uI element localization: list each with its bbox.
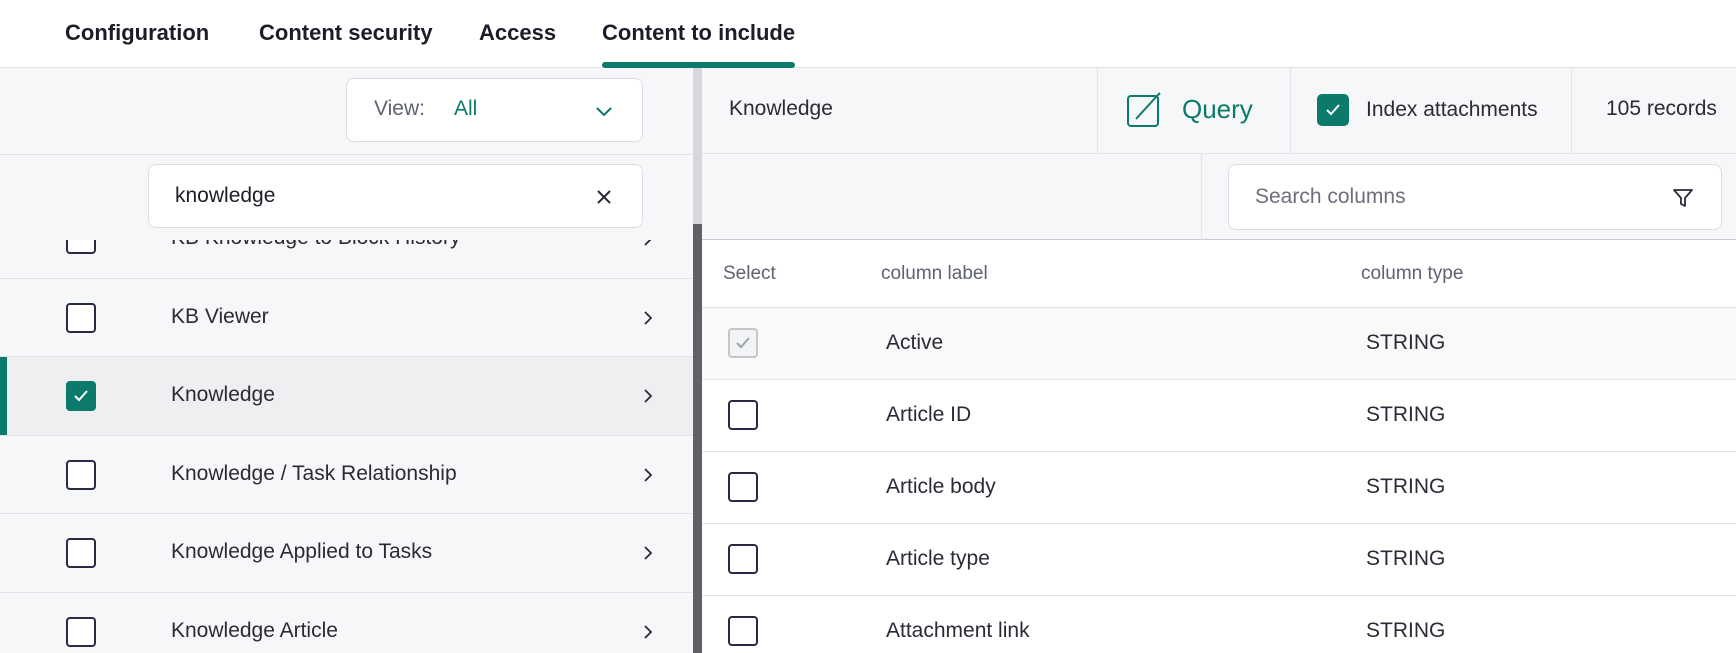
- chevron-down-icon: [596, 107, 612, 117]
- table-search-input[interactable]: [175, 179, 555, 213]
- table-row: Article body STRING: [702, 452, 1736, 524]
- list-item[interactable]: Knowledge Applied to Tasks: [0, 514, 693, 593]
- checkmark-icon: [1326, 104, 1340, 116]
- chevron-right-icon: [644, 624, 653, 639]
- header-column-label[interactable]: column label: [881, 263, 988, 285]
- view-select-value: All: [454, 97, 478, 120]
- column-checkbox[interactable]: [728, 472, 758, 502]
- left-panel-scrollbar[interactable]: [693, 68, 702, 653]
- column-label: Article ID: [886, 403, 972, 426]
- column-type: STRING: [1366, 619, 1446, 642]
- table-checkbox[interactable]: [66, 616, 96, 647]
- tab-bar: Configuration Content security Access Co…: [0, 0, 1736, 68]
- table-name: Knowledge: [171, 383, 275, 406]
- column-panel: Knowledge Query Index attachments 105 re…: [702, 68, 1736, 653]
- tab-content-to-include[interactable]: Content to include: [602, 20, 796, 68]
- column-checkbox[interactable]: [728, 544, 758, 574]
- query-button[interactable]: Query: [1126, 86, 1276, 136]
- column-type: STRING: [1366, 547, 1446, 570]
- index-attachments-toggle[interactable]: Index attachments: [1317, 94, 1557, 130]
- checkmark-icon: [74, 390, 88, 402]
- list-item[interactable]: KB Viewer: [0, 279, 693, 357]
- chevron-right-icon: [644, 467, 653, 482]
- column-panel-header: Knowledge Query Index attachments 105 re…: [702, 68, 1736, 154]
- column-checkbox-disabled: [728, 328, 758, 358]
- close-icon[interactable]: [594, 187, 614, 207]
- divider: [1201, 154, 1202, 240]
- table-name: Knowledge / Task Relationship: [171, 461, 457, 485]
- list-item[interactable]: KB Knowledge to Block History: [0, 240, 693, 279]
- list-item[interactable]: Knowledge Article: [0, 593, 693, 653]
- edit-query-icon: [1127, 92, 1161, 127]
- tab-content-security[interactable]: Content security: [259, 20, 433, 68]
- list-item-selected[interactable]: Knowledge: [0, 357, 693, 436]
- chevron-right-icon: [644, 546, 653, 560]
- column-label: Article body: [886, 475, 996, 498]
- divider: [1097, 68, 1098, 154]
- table-name: Knowledge Applied to Tasks: [171, 540, 433, 563]
- table-list-panel: View: All KB Knowledge to Block History …: [0, 68, 693, 653]
- column-search-input[interactable]: [1255, 180, 1655, 214]
- column-type: STRING: [1366, 331, 1446, 354]
- column-search-box: [1228, 164, 1722, 230]
- view-select-label: View:: [374, 97, 425, 120]
- tab-access[interactable]: Access: [479, 20, 556, 68]
- column-checkbox[interactable]: [728, 616, 758, 646]
- chevron-right-icon: [644, 389, 653, 403]
- scrollbar-thumb[interactable]: [693, 224, 702, 653]
- divider: [1290, 68, 1291, 154]
- list-item[interactable]: Knowledge / Task Relationship: [0, 436, 693, 514]
- column-type: STRING: [1366, 403, 1446, 426]
- table-checkbox[interactable]: [66, 240, 96, 254]
- column-type: STRING: [1366, 475, 1446, 498]
- index-attachments-checkbox[interactable]: [1317, 94, 1349, 126]
- checkmark-icon: [736, 337, 750, 349]
- table-name: Knowledge Article: [171, 618, 338, 642]
- table-checkbox[interactable]: [66, 538, 96, 568]
- header-select: Select: [723, 263, 776, 284]
- table-checkbox[interactable]: [66, 302, 96, 333]
- index-attachments-label: Index attachments: [1366, 98, 1538, 121]
- chevron-right-icon: [644, 310, 653, 325]
- record-count: 105 records: [1606, 97, 1717, 120]
- view-select[interactable]: View: All: [346, 78, 643, 142]
- selected-table-name: Knowledge: [729, 97, 833, 120]
- column-label: Article type: [886, 547, 990, 570]
- table-checkbox[interactable]: [66, 381, 96, 411]
- table-search-box: [148, 164, 643, 228]
- column-label: Active: [886, 331, 944, 354]
- column-checkbox[interactable]: [728, 400, 758, 430]
- table-row: Article type STRING: [702, 524, 1736, 596]
- query-button-label: Query: [1182, 94, 1253, 124]
- table-row: Attachment link STRING: [702, 596, 1736, 653]
- column-table-header: Select column label column type: [702, 240, 1736, 308]
- filter-icon[interactable]: [1671, 186, 1695, 210]
- table-checkbox[interactable]: [66, 459, 96, 490]
- table-row: Active STRING: [702, 308, 1736, 380]
- header-column-type[interactable]: column type: [1361, 263, 1463, 285]
- table-name: KB Viewer: [171, 304, 269, 328]
- column-search-bar: [702, 154, 1736, 240]
- tab-configuration[interactable]: Configuration: [65, 20, 209, 68]
- column-label: Attachment link: [886, 619, 1030, 642]
- table-name: KB Knowledge to Block History: [171, 240, 460, 250]
- chevron-right-icon: [644, 240, 652, 246]
- divider: [0, 154, 693, 155]
- table-row: Article ID STRING: [702, 380, 1736, 452]
- divider: [1571, 68, 1572, 154]
- table-list: KB Knowledge to Block History KB Viewer …: [0, 240, 693, 653]
